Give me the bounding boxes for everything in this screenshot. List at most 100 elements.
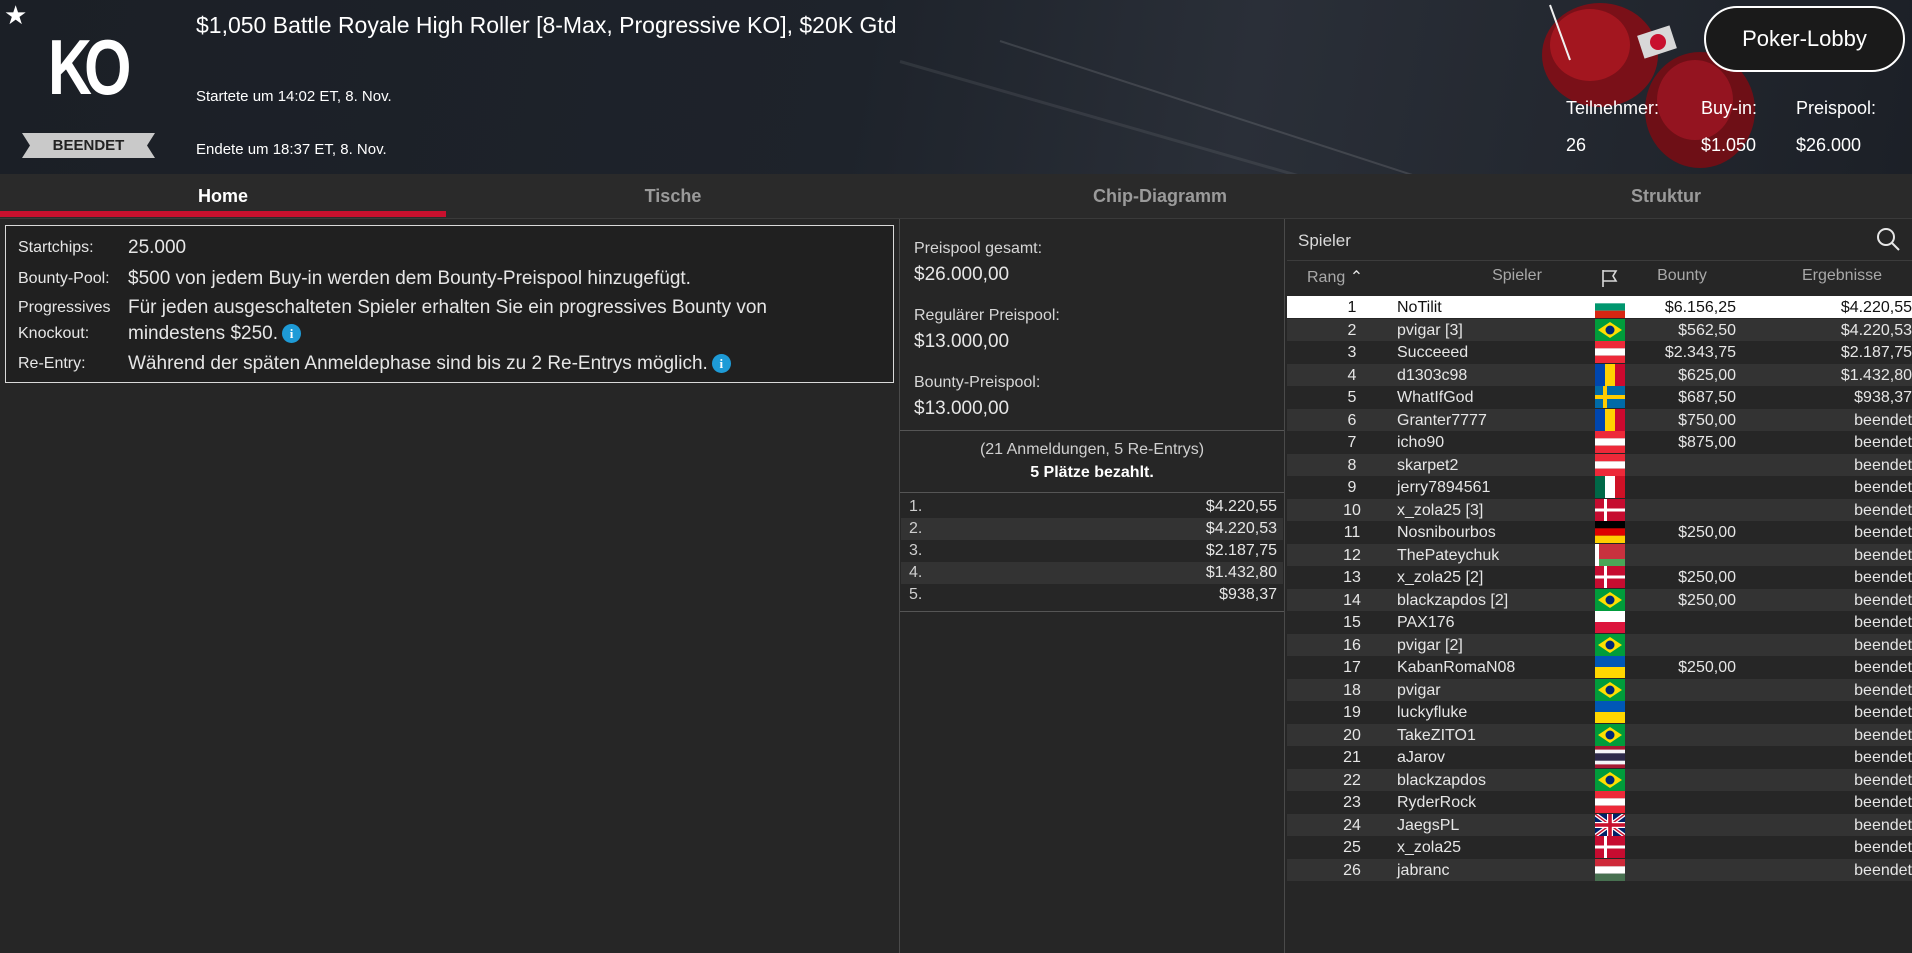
sort-ascending-icon: ⌃ xyxy=(1349,269,1364,286)
participants-value: 26 xyxy=(1566,135,1587,155)
player-row[interactable]: 23 RyderRock beendet xyxy=(1287,791,1912,813)
payout-amount: $1.432,80 xyxy=(1205,564,1277,581)
result-column-header[interactable]: Ergebnisse xyxy=(1772,267,1912,293)
player-row[interactable]: 21 aJarov beendet xyxy=(1287,746,1912,768)
player-name: blackzapdos [2] xyxy=(1397,591,1509,609)
player-row[interactable]: 24 JaegsPL beendet xyxy=(1287,811,1912,838)
player-row[interactable]: 22 blackzapdos beendet xyxy=(1287,768,1912,791)
bounty-pool-value: $500 von jedem Buy-in werden dem Bounty-… xyxy=(128,268,691,289)
player-row[interactable]: 20 TakeZITO1 beendet xyxy=(1287,723,1912,746)
players-panel: Spieler Rang ⌃ Spieler Bounty Ergebnisse… xyxy=(1287,219,1912,953)
player-name: luckyfluke xyxy=(1397,704,1468,721)
player-row[interactable]: 8 skarpet2 beendet xyxy=(1287,453,1912,476)
favorite-star-icon[interactable]: ★ xyxy=(4,0,27,31)
player-name: PAX176 xyxy=(1397,614,1455,631)
start-time: Startete um 14:02 ET, 8. Nov. xyxy=(196,88,392,105)
payout-place: 1. xyxy=(909,498,923,515)
player-rank: 24 xyxy=(1343,816,1361,834)
ukraine-flag-icon xyxy=(1595,701,1625,723)
brazil-flag-icon xyxy=(1595,588,1625,611)
player-name: jabranc xyxy=(1397,861,1450,879)
player-row[interactable]: 11 Nosnibourbos $250,00 beendet xyxy=(1287,521,1912,543)
player-row[interactable]: 26 jabranc beendet xyxy=(1287,858,1912,881)
player-rank: 2 xyxy=(1347,321,1357,339)
reentry-text: Während der späten Anmeldephase sind bis… xyxy=(128,353,708,374)
player-row[interactable]: 16 pvigar [2] beendet xyxy=(1287,633,1912,656)
belarus-flag-icon xyxy=(1595,543,1625,566)
player-rank: 10 xyxy=(1343,501,1361,519)
players-search-bar: Spieler xyxy=(1287,219,1912,261)
player-rank: 1 xyxy=(1347,299,1357,316)
player-row[interactable]: 13 x_zola25 [2] $250,00 beendet xyxy=(1287,566,1912,588)
player-bounty: $562,50 xyxy=(1678,321,1736,339)
player-result: beendet xyxy=(1854,659,1912,676)
player-bounty: $687,50 xyxy=(1678,389,1736,406)
player-rank: 9 xyxy=(1347,479,1357,496)
poland-flag-icon xyxy=(1595,611,1625,633)
player-row[interactable]: 17 KabanRomaN08 $250,00 beendet xyxy=(1287,656,1912,678)
brazil-flag-icon xyxy=(1595,723,1625,746)
player-rank: 17 xyxy=(1343,659,1361,676)
registrations-text: (21 Anmeldungen, 5 Re-Entrys) xyxy=(979,441,1205,458)
status-badge: BEENDET xyxy=(22,133,155,158)
player-rank: 19 xyxy=(1343,704,1361,721)
player-row[interactable]: 3 Succeeed $2.343,75 $2.187,75 xyxy=(1287,341,1912,363)
player-result: $4.220,55 xyxy=(1840,299,1912,316)
player-name: ThePateychuk xyxy=(1397,546,1500,564)
player-result: beendet xyxy=(1854,501,1912,519)
total-pool-label: Preispool gesamt: xyxy=(914,240,1043,257)
tournament-info-box: Startchips: 25.000 Bounty-Pool: $500 von… xyxy=(5,225,894,383)
player-result: beendet xyxy=(1854,546,1912,564)
player-result: beendet xyxy=(1854,614,1912,631)
thailand-flag-icon xyxy=(1595,746,1625,768)
player-name: pvigar [2] xyxy=(1397,636,1463,654)
player-row[interactable]: 18 pvigar beendet xyxy=(1287,678,1912,701)
player-row[interactable]: 14 blackzapdos [2] $250,00 beendet xyxy=(1287,588,1912,611)
player-row[interactable]: 19 luckyfluke beendet xyxy=(1287,701,1912,723)
player-result: $1.432,80 xyxy=(1840,366,1912,384)
progressive-min-bounty: mindestens $250. xyxy=(128,323,278,344)
player-row[interactable]: 7 icho90 $875,00 beendet xyxy=(1287,431,1912,453)
germany-flag-icon xyxy=(1595,521,1625,543)
player-name: pvigar [3] xyxy=(1397,321,1463,339)
sweden-flag-icon xyxy=(1595,386,1625,408)
player-name: JaegsPL xyxy=(1397,816,1460,834)
buyin-value: $1.050 xyxy=(1701,135,1757,155)
moldova-flag-icon xyxy=(1595,408,1625,431)
player-row[interactable]: 6 Granter7777 $750,00 beendet xyxy=(1287,408,1912,431)
player-result: beendet xyxy=(1854,456,1912,474)
player-row[interactable]: 10 x_zola25 [3] beendet xyxy=(1287,498,1912,521)
player-rank: 23 xyxy=(1343,794,1361,811)
player-row[interactable]: 9 jerry7894561 beendet xyxy=(1287,476,1912,498)
player-row[interactable]: 1 NoTilit $6.156,25 $4.220,55 xyxy=(1287,296,1912,318)
player-result: $938,37 xyxy=(1854,389,1912,406)
uk-flag-icon xyxy=(1593,811,1627,838)
player-bounty: $250,00 xyxy=(1678,569,1736,586)
player-column-header[interactable]: Spieler xyxy=(1447,267,1587,293)
player-name: KabanRomaN08 xyxy=(1397,659,1516,676)
regular-pool-label: Regulärer Preispool: xyxy=(914,307,1060,324)
player-row[interactable]: 4 d1303c98 $625,00 $1.432,80 xyxy=(1287,363,1912,386)
rank-column-header[interactable]: Rang ⌃ xyxy=(1307,267,1377,293)
player-result: $4.220,53 xyxy=(1840,321,1912,339)
poker-lobby-button[interactable]: Poker-Lobby xyxy=(1704,6,1905,72)
info-icon[interactable]: i xyxy=(282,324,301,344)
player-row[interactable]: 5 WhatIfGod $687,50 $938,37 xyxy=(1287,386,1912,408)
reentry-value: Während der späten Anmeldephase sind bis… xyxy=(128,353,731,375)
player-row[interactable]: 15 PAX176 beendet xyxy=(1287,611,1912,633)
tab-tische[interactable]: Tische xyxy=(446,174,900,219)
info-icon[interactable]: i xyxy=(711,354,731,374)
denmark-flag-icon xyxy=(1595,498,1625,521)
tournament-title: $1,050 Battle Royale High Roller [8-Max,… xyxy=(196,12,897,38)
tab-struktur[interactable]: Struktur xyxy=(1420,174,1912,219)
player-row[interactable]: 2 pvigar [3] $562,50 $4.220,53 xyxy=(1287,318,1912,341)
bounty-column-header[interactable]: Bounty xyxy=(1632,267,1732,293)
player-row[interactable]: 12 ThePateychuk beendet xyxy=(1287,543,1912,566)
prizepool-value: $26.000 xyxy=(1796,135,1862,155)
tab-chip-diagramm[interactable]: Chip-Diagramm xyxy=(900,174,1420,219)
player-bounty: $250,00 xyxy=(1678,524,1736,541)
player-row[interactable]: 25 x_zola25 beendet xyxy=(1287,836,1912,858)
regular-pool-value: $13.000,00 xyxy=(914,331,1010,352)
progressive-value-cont: mindestens $250. i xyxy=(128,323,301,345)
search-icon[interactable] xyxy=(1875,226,1901,252)
